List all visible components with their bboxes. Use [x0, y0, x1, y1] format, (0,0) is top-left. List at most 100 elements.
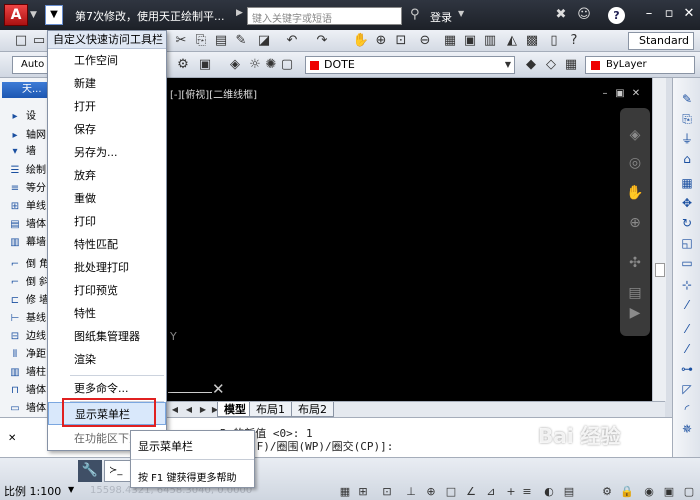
- chevron-right-icon[interactable]: ▶: [236, 8, 243, 18]
- layer-select[interactable]: DOTE ▼: [305, 56, 515, 74]
- viewport-controls-label[interactable]: [-][俯视][二维线框]: [170, 86, 257, 101]
- view-icon[interactable]: ▣: [196, 56, 214, 74]
- annotation-scale[interactable]: 比例 1:100: [4, 483, 61, 499]
- search-input[interactable]: 键入关键字或短语: [247, 7, 402, 25]
- tab-layout1[interactable]: 布局1: [249, 402, 292, 417]
- break-at-point-icon[interactable]: ⁄: [678, 340, 696, 358]
- exchange-icon[interactable]: ✖: [552, 6, 570, 24]
- menu-item-more-commands[interactable]: 更多命令...: [48, 377, 166, 400]
- close-button[interactable]: ✕: [680, 5, 698, 23]
- menu-item-open[interactable]: 打开: [48, 95, 166, 118]
- grid-icon[interactable]: ⊞: [356, 485, 370, 499]
- menu-item-sheet-set-manager[interactable]: 图纸集管理器: [48, 325, 166, 348]
- block-editor-icon[interactable]: ◪: [255, 32, 273, 50]
- open-icon[interactable]: ▭: [30, 32, 48, 50]
- quickcalc-icon[interactable]: ▯: [545, 32, 563, 50]
- prev-tab-icon[interactable]: ◀: [183, 403, 195, 416]
- menu-item-properties[interactable]: 特性: [48, 302, 166, 325]
- menu-item-plot[interactable]: 打印: [48, 210, 166, 233]
- command-close-icon[interactable]: ✕: [8, 433, 16, 444]
- break-icon[interactable]: ⁄: [678, 320, 696, 338]
- menu-item-undo[interactable]: 放弃: [48, 164, 166, 187]
- showmotion-play-icon[interactable]: ▶: [626, 304, 644, 322]
- showmotion-icon[interactable]: ▤: [626, 284, 644, 302]
- undo-icon[interactable]: ↶: [283, 32, 301, 50]
- zoom-window-icon[interactable]: ⊡: [392, 32, 410, 50]
- hardware-acceleration-icon[interactable]: ▣: [662, 485, 676, 499]
- zoom-icon[interactable]: ⊕: [626, 214, 644, 232]
- quick-properties-icon[interactable]: ▤: [562, 485, 576, 499]
- orbit-icon[interactable]: ✣: [626, 254, 644, 272]
- snap-icon[interactable]: ⊡: [380, 485, 394, 499]
- quick-access-dropdown-button[interactable]: ▼: [45, 5, 63, 25]
- rotate-icon[interactable]: ↻: [678, 214, 696, 232]
- first-tab-icon[interactable]: ◀: [169, 403, 181, 416]
- make-current-icon[interactable]: ◆: [522, 56, 540, 74]
- new-file-icon[interactable]: □: [12, 32, 30, 50]
- drawing-area[interactable]: [165, 78, 665, 401]
- chevron-down-icon[interactable]: ▼: [68, 485, 74, 494]
- menu-item-redo[interactable]: 重做: [48, 187, 166, 210]
- lineweight-icon[interactable]: ≡: [520, 485, 534, 499]
- menu-item-save[interactable]: 保存: [48, 118, 166, 141]
- scale-icon[interactable]: ◱: [678, 234, 696, 252]
- move-icon[interactable]: ✥: [678, 194, 696, 212]
- osnap-icon[interactable]: □: [444, 485, 458, 499]
- tab-model[interactable]: 模型: [217, 402, 253, 417]
- chevron-down-icon[interactable]: ▼: [505, 57, 511, 73]
- application-menu-button[interactable]: A: [4, 4, 28, 26]
- tool-palettes-icon[interactable]: ▥: [481, 32, 499, 50]
- chevron-down-icon[interactable]: ▼: [458, 9, 464, 18]
- ortho-icon[interactable]: ⊥: [404, 485, 418, 499]
- otrack-icon[interactable]: ∠: [464, 485, 478, 499]
- workspace-switch-icon[interactable]: ⚙: [600, 485, 614, 499]
- design-center-icon[interactable]: ▣: [461, 32, 479, 50]
- copy-icon[interactable]: ⎘: [192, 32, 210, 50]
- zoom-realtime-icon[interactable]: ⊕: [372, 32, 390, 50]
- clean-screen-icon[interactable]: ▢: [682, 485, 696, 499]
- viewcube-icon[interactable]: ◈: [626, 126, 644, 144]
- layer-previous-icon[interactable]: ◇: [542, 56, 560, 74]
- pan-icon[interactable]: ✋: [626, 184, 644, 202]
- pan-icon[interactable]: ✋: [352, 32, 370, 50]
- polar-icon[interactable]: ⊕: [424, 485, 438, 499]
- help-icon[interactable]: ?: [565, 32, 583, 50]
- mirror-icon[interactable]: ⏚: [678, 130, 696, 148]
- array-icon[interactable]: ▦: [678, 174, 696, 192]
- user-icon[interactable]: ☺: [575, 6, 593, 24]
- color-select[interactable]: ByLayer: [585, 56, 695, 74]
- scrollbar-thumb[interactable]: [655, 263, 665, 277]
- layer-properties-icon[interactable]: ◈: [226, 56, 244, 74]
- minimize-button[interactable]: –: [640, 5, 658, 23]
- model-space-icon[interactable]: ▦: [338, 485, 352, 499]
- properties-icon[interactable]: ▦: [441, 32, 459, 50]
- extend-icon[interactable]: ⁄: [678, 296, 696, 314]
- lock-ui-icon[interactable]: 🔒: [620, 485, 634, 499]
- workspace-select[interactable]: Standard: [628, 32, 694, 50]
- match-properties-icon[interactable]: ✎: [232, 32, 250, 50]
- tab-layout2[interactable]: 布局2: [291, 402, 334, 417]
- cut-icon[interactable]: ✂: [172, 32, 190, 50]
- dyn-icon[interactable]: +: [504, 485, 518, 499]
- wrench-icon[interactable]: 🔧: [78, 460, 102, 482]
- steering-wheel-icon[interactable]: ◎: [626, 154, 644, 172]
- menu-item-render[interactable]: 渲染: [48, 348, 166, 371]
- ducs-icon[interactable]: ⊿: [484, 485, 498, 499]
- help-button[interactable]: ?: [608, 7, 625, 24]
- join-icon[interactable]: ⊶: [678, 360, 696, 378]
- menu-item-save-as[interactable]: 另存为...: [48, 141, 166, 164]
- offset-icon[interactable]: ⌂: [678, 150, 696, 168]
- gear-icon[interactable]: ⚙: [174, 56, 192, 74]
- next-tab-icon[interactable]: ▶: [197, 403, 209, 416]
- chevron-down-icon[interactable]: ▼: [30, 6, 42, 24]
- auto-select[interactable]: Auto: [12, 56, 48, 74]
- markup-icon[interactable]: ▩: [523, 32, 541, 50]
- menu-item-plot-preview[interactable]: 打印预览: [48, 279, 166, 302]
- vertical-scrollbar[interactable]: [652, 78, 666, 401]
- fillet-icon[interactable]: ◜: [678, 400, 696, 418]
- redo-icon[interactable]: ↷: [313, 32, 331, 50]
- menu-item-match-properties[interactable]: 特性匹配: [48, 233, 166, 256]
- lock-icon[interactable]: ▢: [278, 56, 296, 74]
- menu-item-batch-plot[interactable]: 批处理打印: [48, 256, 166, 279]
- layer-states-icon[interactable]: ▦: [562, 56, 580, 74]
